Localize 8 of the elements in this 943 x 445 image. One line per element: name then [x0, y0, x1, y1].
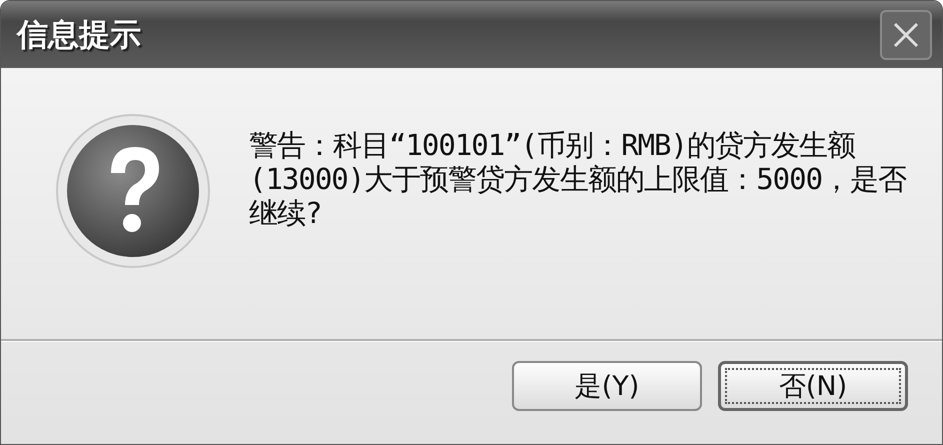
question-icon: [55, 113, 211, 269]
dialog-button[interactable]: 否(N): [718, 361, 908, 411]
message-line: 继续?: [249, 196, 322, 230]
message-line: 警告：科目“100101”(币别：RMB)的贷方发生额: [249, 128, 856, 162]
close-button[interactable]: [880, 10, 932, 60]
message-line: (13000)大于预警贷方发生额的上限值：5000，是否: [249, 162, 906, 196]
dialog-button[interactable]: 是(Y): [512, 361, 702, 411]
window-title: 信息提示: [17, 16, 141, 54]
